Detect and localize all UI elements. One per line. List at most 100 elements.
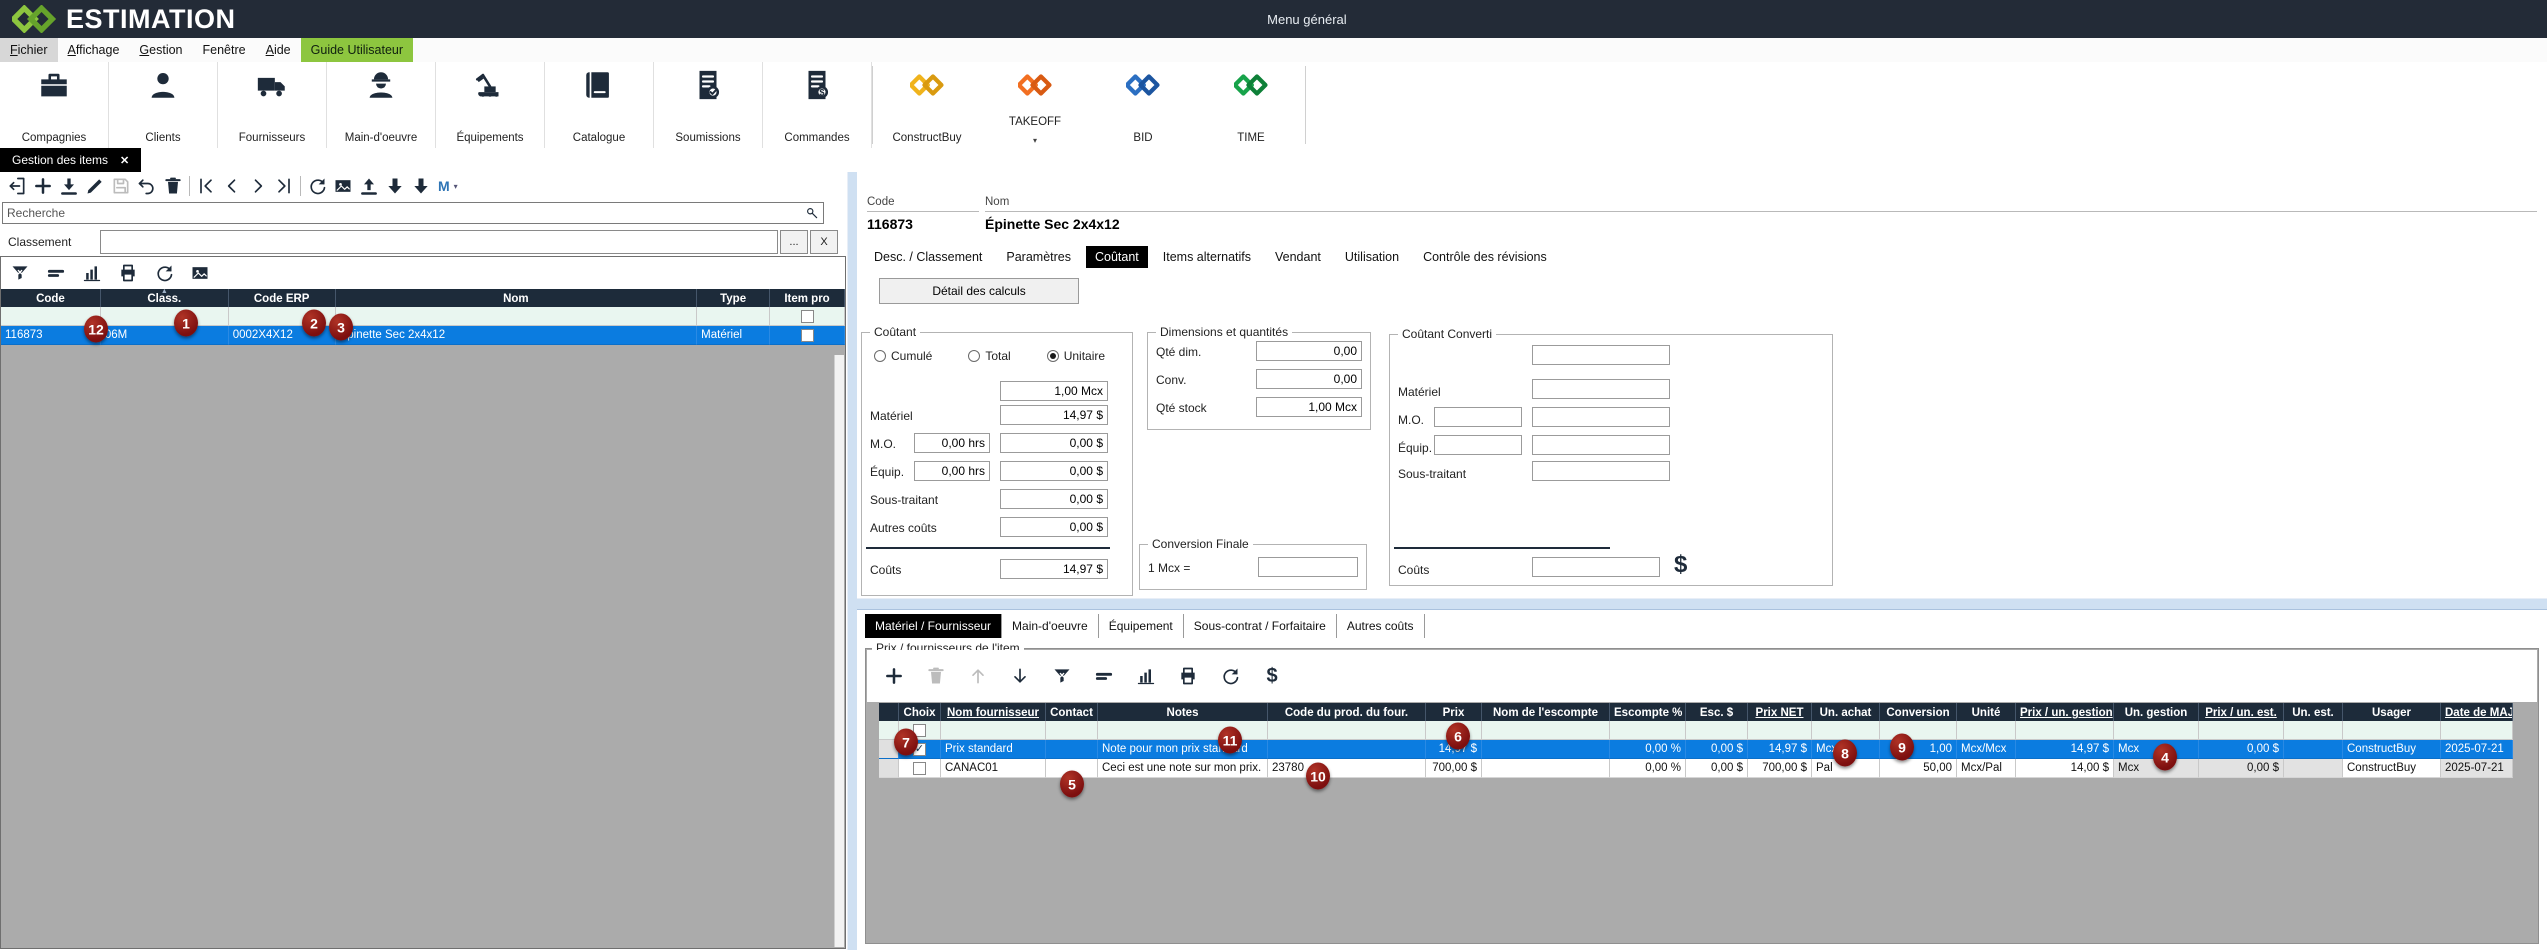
- tab-mat-riel-fournisseur[interactable]: Matériel / Fournisseur: [865, 614, 1002, 638]
- column-header[interactable]: Notes: [1098, 703, 1268, 721]
- converti-qty-field[interactable]: [1532, 345, 1670, 365]
- column-header[interactable]: Choix: [899, 703, 941, 721]
- column-header[interactable]: Code du prod. du four.: [1268, 703, 1426, 721]
- classement-input[interactable]: [100, 230, 778, 254]
- column-header[interactable]: Nom: [336, 289, 698, 307]
- import-button[interactable]: [56, 173, 82, 199]
- next-record-button[interactable]: [245, 173, 271, 199]
- column-header[interactable]: Un. achat: [1812, 703, 1880, 721]
- tab-items-alternatifs[interactable]: Items alternatifs: [1154, 246, 1260, 268]
- column-header[interactable]: Type: [697, 289, 770, 307]
- checkbox[interactable]: [801, 329, 814, 342]
- tab-vendant[interactable]: Vendant: [1266, 246, 1330, 268]
- column-header[interactable]: Prix: [1426, 703, 1482, 721]
- table-row[interactable]: 11687306M0002X4X12Épinette Sec 2x4x12Mat…: [1, 326, 845, 345]
- export-button[interactable]: [356, 173, 382, 199]
- column-header[interactable]: Nom fournisseur: [941, 703, 1046, 721]
- conv-field[interactable]: 0,00: [1256, 369, 1362, 389]
- converti-mo-hrs-field[interactable]: [1434, 407, 1522, 427]
- nom-value[interactable]: Épinette Sec 2x4x12: [985, 216, 1120, 232]
- horizontal-splitter[interactable]: [857, 598, 2547, 610]
- column-header[interactable]: Item pro: [770, 289, 845, 307]
- refresh-button[interactable]: [304, 173, 330, 199]
- code-value[interactable]: 116873: [867, 216, 913, 232]
- image-list-button[interactable]: [187, 260, 213, 286]
- toolbar-catalogue-button[interactable]: Catalogue: [545, 62, 654, 148]
- converti-couts-field[interactable]: [1532, 557, 1660, 577]
- converti-mo-field[interactable]: [1532, 407, 1670, 427]
- column-header[interactable]: Prix / un. gestion: [2016, 703, 2114, 721]
- checkbox[interactable]: [801, 310, 814, 323]
- converti-materiel-field[interactable]: [1532, 379, 1670, 399]
- menu-item-gestion[interactable]: Gestion: [129, 38, 192, 62]
- close-icon[interactable]: ✕: [120, 154, 129, 167]
- toolbar-soumissions-button[interactable]: Soumissions: [654, 62, 763, 148]
- column-header[interactable]: Prix NET: [1748, 703, 1812, 721]
- conversion-finale-field[interactable]: [1258, 557, 1358, 577]
- tab-sous-contrat-forfaitaire[interactable]: Sous-contrat / Forfaitaire: [1184, 614, 1337, 638]
- tab-main-d-oeuvre[interactable]: Main-d'oeuvre: [1002, 614, 1099, 638]
- tab-autres-co-ts[interactable]: Autres coûts: [1337, 614, 1425, 638]
- download-alt-button[interactable]: [408, 173, 434, 199]
- qte-stock-field[interactable]: 1,00 Mcx: [1256, 397, 1362, 417]
- refresh-prices-button[interactable]: [1217, 663, 1243, 689]
- converti-soustraitant-field[interactable]: [1532, 461, 1670, 481]
- couts-total-field[interactable]: 14,97 $: [1000, 559, 1108, 579]
- summary-prices-button[interactable]: [1091, 663, 1117, 689]
- menu-item-guide-utilisateur[interactable]: Guide Utilisateur: [301, 38, 413, 62]
- vertical-scrollbar[interactable]: [834, 355, 844, 947]
- tab-utilisation[interactable]: Utilisation: [1336, 246, 1408, 268]
- toolbar-fournisseurs-button[interactable]: Fournisseurs: [218, 62, 327, 148]
- previous-record-button[interactable]: [219, 173, 245, 199]
- classement-clear-button[interactable]: X: [810, 230, 838, 254]
- column-header[interactable]: Class.▲: [101, 289, 229, 307]
- tab-contr-le-des-r-visions[interactable]: Contrôle des révisions: [1414, 246, 1556, 268]
- dollar-button[interactable]: $: [1259, 663, 1285, 689]
- autres-amount-field[interactable]: 0,00 $: [1000, 517, 1108, 537]
- filter-prices-button[interactable]: [1049, 663, 1075, 689]
- equip-hrs-field[interactable]: 0,00 hrs: [914, 461, 990, 481]
- menu-item-fen-tre[interactable]: Fenêtre: [193, 38, 256, 62]
- table-row[interactable]: CANAC01Ceci est une note sur mon prix.23…: [879, 759, 2513, 778]
- column-header[interactable]: Esc. $: [1686, 703, 1748, 721]
- search-input[interactable]: Recherche: [2, 202, 824, 224]
- summary-button[interactable]: [43, 260, 69, 286]
- toolbar-clients-button[interactable]: Clients: [109, 62, 218, 148]
- radio-total[interactable]: Total: [968, 349, 1010, 363]
- tab--quipement[interactable]: Équipement: [1099, 614, 1184, 638]
- add-price-button[interactable]: [881, 663, 907, 689]
- column-header[interactable]: Usager: [2343, 703, 2441, 721]
- toolbar-constructbuy-button[interactable]: ConstructBuy: [873, 62, 981, 148]
- pin-icon[interactable]: [805, 206, 819, 220]
- table-row[interactable]: ✓Prix standardNote pour mon prix standar…: [879, 740, 2513, 759]
- menu-item-aide[interactable]: Aide: [256, 38, 301, 62]
- column-header[interactable]: Contact: [1046, 703, 1098, 721]
- column-header[interactable]: Un. gestion: [2114, 703, 2199, 721]
- menu-item-fichier[interactable]: Fichier: [0, 38, 58, 62]
- menu-item-affichage[interactable]: Affichage: [58, 38, 130, 62]
- toolbar-equipements-button[interactable]: Équipements: [436, 62, 545, 148]
- checkbox[interactable]: [913, 762, 926, 775]
- qte-dim-field[interactable]: 0,00: [1256, 341, 1362, 361]
- converti-equip-field[interactable]: [1532, 435, 1670, 455]
- exit-button[interactable]: [4, 173, 30, 199]
- chevron-down-icon[interactable]: ▾: [1033, 138, 1037, 144]
- chart-button[interactable]: [79, 260, 105, 286]
- chart-prices-button[interactable]: [1133, 663, 1159, 689]
- tab-desc-classement[interactable]: Desc. / Classement: [865, 246, 991, 268]
- column-header[interactable]: Conversion: [1880, 703, 1957, 721]
- column-header[interactable]: Nom de l'escompte: [1482, 703, 1610, 721]
- move-up-button[interactable]: [965, 663, 991, 689]
- refresh-list-button[interactable]: [151, 260, 177, 286]
- radio-unitaire[interactable]: Unitaire: [1047, 349, 1105, 363]
- tab-co-tant[interactable]: Coûtant: [1086, 246, 1148, 268]
- add-button[interactable]: [30, 173, 56, 199]
- first-record-button[interactable]: [193, 173, 219, 199]
- column-header[interactable]: Escompte %: [1610, 703, 1686, 721]
- delete-price-button[interactable]: [923, 663, 949, 689]
- delete-button[interactable]: [160, 173, 186, 199]
- download-button[interactable]: [382, 173, 408, 199]
- toolbar-takeoff-button[interactable]: TAKEOFF ▾: [981, 62, 1089, 148]
- classement-browse-button[interactable]: ...: [780, 230, 808, 254]
- toolbar-compagnies-button[interactable]: Compagnies: [0, 62, 109, 148]
